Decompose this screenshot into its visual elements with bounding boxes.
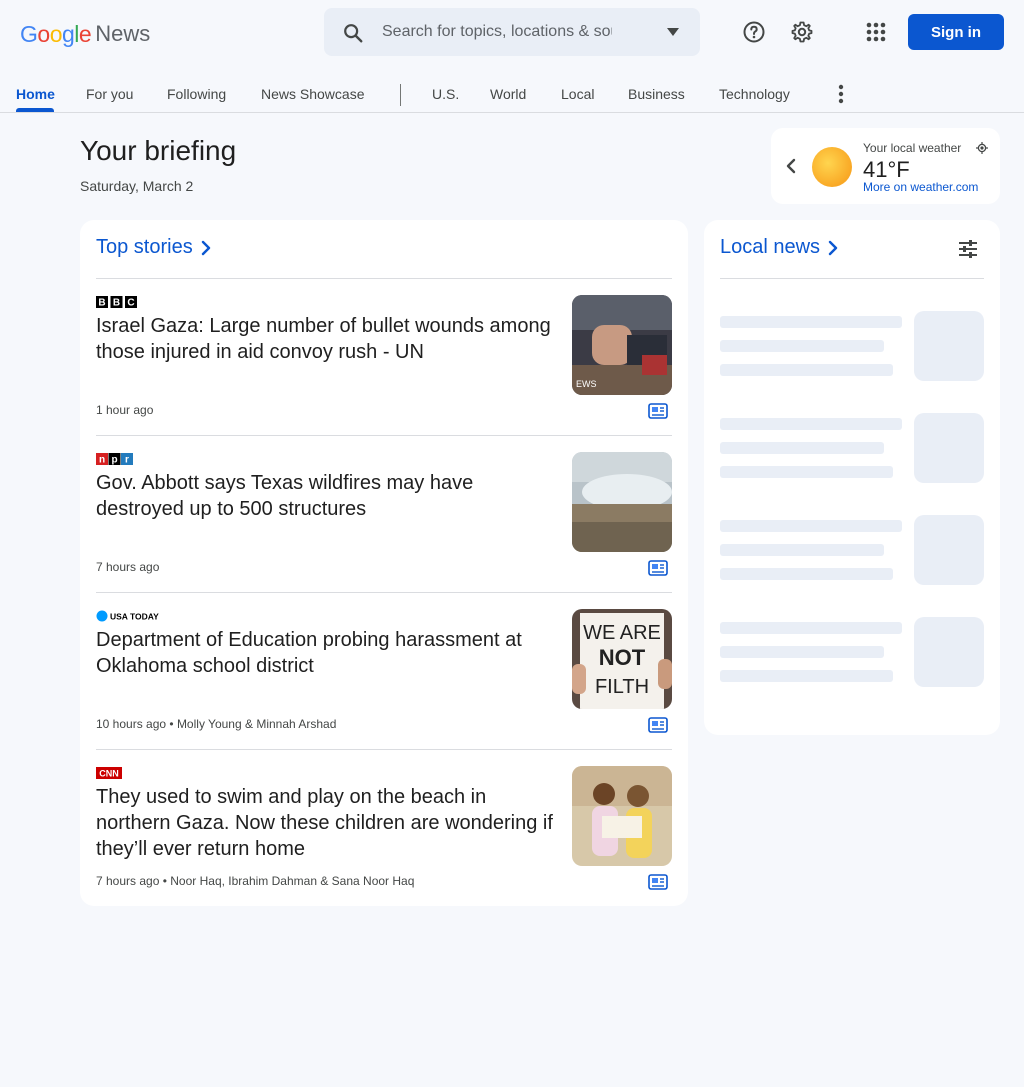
svg-text:USA TODAY: USA TODAY [110, 612, 159, 622]
weather-link[interactable]: More on weather.com [863, 180, 978, 194]
svg-text:C: C [127, 298, 134, 309]
search-box[interactable] [324, 8, 700, 56]
loading-placeholder [720, 413, 984, 493]
svg-text:r: r [125, 455, 129, 466]
story-authors: Molly Young & Minnah Arshad [176, 717, 337, 731]
divider [720, 278, 984, 279]
google-news-logo[interactable]: Google News [20, 19, 150, 49]
tab-us[interactable]: U.S. [432, 86, 459, 102]
story-meta: 7 hours ago [96, 560, 159, 574]
divider [96, 278, 672, 279]
story-time: 7 hours ago [96, 874, 160, 888]
story-meta: 1 hour ago [96, 403, 153, 417]
apps-button[interactable] [860, 16, 892, 48]
divider [96, 435, 672, 436]
cnn-logo: CNN [96, 767, 122, 779]
full-coverage-icon[interactable] [648, 717, 668, 733]
tab-news-showcase[interactable]: News Showcase [261, 86, 365, 102]
svg-text:n: n [99, 455, 105, 466]
briefing-date: Saturday, March 2 [80, 178, 194, 194]
search-icon[interactable] [342, 22, 364, 44]
gear-icon [791, 21, 813, 43]
weather-widget[interactable]: Your local weather 41°F More on weather.… [771, 128, 1000, 204]
local-news-title: Local news [720, 236, 821, 258]
tab-following[interactable]: Following [167, 86, 226, 102]
story-item[interactable]: CNN They used to swim and play on the be… [96, 766, 672, 923]
svg-text:FILTH: FILTH [595, 676, 649, 698]
local-news-heading[interactable]: Local news [720, 236, 840, 259]
apps-grid-icon [866, 22, 886, 42]
svg-text:EWS: EWS [576, 379, 597, 389]
npr-logo: n p r [96, 453, 133, 466]
chevron-right-icon [828, 240, 838, 255]
story-meta: 10 hours ago • Molly Young & Minnah Arsh… [96, 717, 337, 731]
story-time: 1 hour ago [96, 403, 154, 417]
story-time: 7 hours ago [96, 560, 160, 574]
story-meta: 7 hours ago • Noor Haq, Ibrahim Dahman &… [96, 874, 415, 888]
story-thumbnail[interactable] [572, 452, 672, 552]
svg-text:NOT: NOT [599, 645, 646, 670]
story-headline[interactable]: Gov. Abbott says Texas wildfires may hav… [96, 470, 556, 522]
sun-icon [812, 147, 852, 187]
loading-placeholder [720, 617, 984, 697]
story-thumbnail[interactable]: EWS [572, 295, 672, 395]
local-news-card: Local news [704, 220, 1000, 735]
story-thumbnail[interactable]: WE ARE NOT FILTH [572, 609, 672, 709]
loading-placeholder [720, 515, 984, 595]
story-headline[interactable]: Israel Gaza: Large number of bullet woun… [96, 313, 556, 365]
story-time: 10 hours ago [96, 717, 167, 731]
tab-home[interactable]: Home [16, 86, 55, 102]
svg-text:CNN: CNN [99, 769, 119, 779]
settings-button[interactable] [786, 16, 818, 48]
sign-in-button[interactable]: Sign in [908, 14, 1004, 50]
svg-text:WE ARE: WE ARE [583, 622, 661, 644]
help-button[interactable] [738, 16, 770, 48]
tab-for-you[interactable]: For you [86, 86, 133, 102]
story-item[interactable]: n p r Gov. Abbott says Texas wildfires m… [96, 452, 672, 609]
help-icon [743, 21, 765, 43]
tab-world[interactable]: World [490, 86, 526, 102]
search-input[interactable] [382, 20, 612, 44]
location-icon[interactable] [976, 142, 988, 154]
chevron-right-icon [201, 240, 210, 255]
full-coverage-icon[interactable] [648, 874, 668, 890]
chevron-left-icon[interactable] [785, 158, 797, 174]
search-options-dropdown-icon[interactable] [666, 26, 680, 38]
tab-separator [400, 84, 401, 106]
full-coverage-icon[interactable] [648, 403, 668, 419]
header: Google News Sign in Home For you Followi… [0, 0, 1024, 113]
top-stories-heading[interactable]: Top stories [96, 236, 213, 259]
tab-local[interactable]: Local [561, 86, 594, 102]
top-stories-title: Top stories [96, 236, 193, 258]
page-title: Your briefing [80, 135, 237, 166]
svg-text:B: B [113, 298, 120, 309]
divider [96, 749, 672, 750]
loading-placeholder [720, 311, 984, 391]
section-tabs: Home For you Following News Showcase U.S… [0, 74, 1024, 112]
top-stories-card: Top stories B B C Israel Gaza: Large num… [80, 220, 688, 906]
story-item[interactable]: B B C Israel Gaza: Large number of bulle… [96, 295, 672, 452]
logo-google: Google [20, 20, 92, 47]
usa-today-logo: USA TODAY [96, 610, 159, 622]
story-thumbnail[interactable] [572, 766, 672, 866]
svg-text:B: B [98, 298, 105, 309]
active-tab-indicator [16, 108, 54, 112]
weather-label: Your local weather [863, 141, 962, 155]
svg-text:p: p [111, 455, 117, 466]
full-coverage-icon[interactable] [648, 560, 668, 576]
story-headline[interactable]: They used to swim and play on the beach … [96, 784, 556, 862]
bbc-logo: B B C [96, 296, 137, 309]
tab-business[interactable]: Business [628, 86, 685, 102]
tab-technology[interactable]: Technology [719, 86, 790, 102]
logo-news: News [95, 21, 151, 46]
story-item[interactable]: USA TODAY Department of Education probin… [96, 609, 672, 766]
story-authors: Noor Haq, Ibrahim Dahman & Sana Noor Haq [170, 874, 415, 888]
tune-icon[interactable] [958, 240, 978, 258]
more-vert-icon[interactable] [830, 82, 852, 106]
story-headline[interactable]: Department of Education probing harassme… [96, 627, 556, 679]
divider [96, 592, 672, 593]
